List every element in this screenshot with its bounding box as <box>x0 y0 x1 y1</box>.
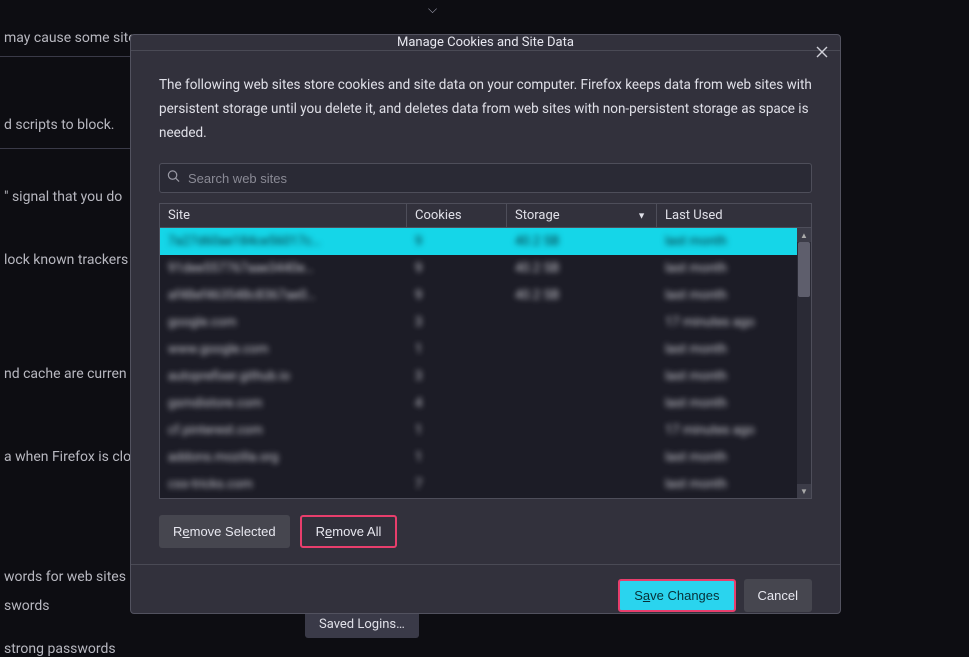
cell-storage: 40.2 SB <box>507 234 657 249</box>
cell-lastused: 17 minutes ago <box>657 423 811 438</box>
table-header: Site Cookies Storage ▼ Last Used <box>160 204 811 228</box>
bg-text: swords <box>0 598 49 614</box>
cell-lastused: last month <box>657 288 811 303</box>
cell-cookies: 3 <box>407 369 507 384</box>
cell-site: www.google.com <box>160 342 407 357</box>
chevron-down-icon[interactable]: ⌵ <box>428 2 437 17</box>
search-input[interactable] <box>159 163 812 193</box>
save-changes-button[interactable]: Save Changes <box>618 579 735 612</box>
cell-site: af48ef463548c8367ae0… <box>160 288 407 303</box>
dialog-title: Manage Cookies and Site Data <box>397 35 574 50</box>
cell-site: addons.mozilla.org <box>160 450 407 465</box>
close-button[interactable] <box>810 40 834 64</box>
cell-lastused: 17 minutes ago <box>657 315 811 330</box>
bg-text: words for web sites <box>0 569 126 585</box>
table-row[interactable]: css-tricks.com 7 last month <box>160 471 811 498</box>
sort-indicator-icon: ▼ <box>637 210 646 221</box>
cell-lastused: last month <box>657 369 811 384</box>
site-data-table: Site Cookies Storage ▼ Last Used 7a27d60… <box>159 203 812 499</box>
cell-site: 91dee557767aae3440e… <box>160 261 407 276</box>
cell-cookies: 4 <box>407 396 507 411</box>
column-storage[interactable]: Storage ▼ <box>507 204 657 227</box>
table-row[interactable]: 91dee557767aae3440e… 9 40.2 SB last mont… <box>160 255 811 282</box>
bg-text: nd cache are curren <box>0 366 127 382</box>
cell-site: cf.pinterest.com <box>160 423 407 438</box>
table-row[interactable]: af48ef463548c8367ae0… 9 40.2 SB last mon… <box>160 282 811 309</box>
column-site[interactable]: Site <box>160 204 407 227</box>
cell-lastused: last month <box>657 261 811 276</box>
column-cookies[interactable]: Cookies <box>407 204 507 227</box>
remove-all-button[interactable]: Remove All <box>300 515 398 548</box>
cell-storage: 40.2 SB <box>507 261 657 276</box>
close-icon <box>816 46 828 58</box>
search-icon <box>167 170 180 187</box>
table-row[interactable]: 7a27d60ae184ce56017c… 9 40.2 SB last mon… <box>160 228 811 255</box>
cell-cookies: 1 <box>407 450 507 465</box>
bg-text: " signal that you do <box>0 189 122 205</box>
cell-cookies: 1 <box>407 423 507 438</box>
table-row[interactable]: google.com 3 17 minutes ago <box>160 309 811 336</box>
cell-site: css-tricks.com <box>160 477 407 492</box>
dialog-footer: Save Changes Cancel <box>131 564 840 626</box>
table-row[interactable]: autoprefixer.github.io 3 last month <box>160 363 811 390</box>
cell-cookies: 1 <box>407 342 507 357</box>
cell-cookies: 7 <box>407 477 507 492</box>
bg-text: a when Firefox is clo <box>0 449 131 465</box>
dialog-description: The following web sites store cookies an… <box>159 73 812 145</box>
table-row[interactable]: addons.mozilla.org 1 last month <box>160 444 811 471</box>
bg-text: lock known trackers <box>0 252 128 268</box>
cell-cookies: 3 <box>407 315 507 330</box>
remove-selected-button[interactable]: Remove Selected <box>159 515 290 548</box>
cell-site: autoprefixer.github.io <box>160 369 407 384</box>
table-row[interactable]: www.google.com 1 last month <box>160 336 811 363</box>
cell-lastused: last month <box>657 450 811 465</box>
cell-site: gsmdistore.com <box>160 396 407 411</box>
column-last-used[interactable]: Last Used <box>657 204 811 227</box>
cell-lastused: last month <box>657 234 811 249</box>
bg-text: may cause some site <box>0 30 136 46</box>
table-row[interactable]: cf.pinterest.com 1 17 minutes ago <box>160 417 811 444</box>
cell-lastused: last month <box>657 477 811 492</box>
cell-cookies: 9 <box>407 288 507 303</box>
scrollbar[interactable]: ▲ ▼ <box>797 228 811 498</box>
scrollbar-thumb[interactable] <box>798 242 810 297</box>
cell-cookies: 9 <box>407 234 507 249</box>
table-row[interactable]: gsmdistore.com 4 last month <box>160 390 811 417</box>
bg-text: strong passwords <box>0 641 116 657</box>
cell-cookies: 9 <box>407 261 507 276</box>
action-buttons: Remove Selected Remove All <box>159 515 812 548</box>
cell-site: google.com <box>160 315 407 330</box>
manage-cookies-dialog: Manage Cookies and Site Data The followi… <box>130 34 841 614</box>
cell-lastused: last month <box>657 342 811 357</box>
bg-text: d scripts to block. <box>0 117 114 133</box>
cell-lastused: last month <box>657 396 811 411</box>
dialog-body: The following web sites store cookies an… <box>131 51 840 564</box>
cancel-button[interactable]: Cancel <box>744 579 812 612</box>
cell-site: 7a27d60ae184ce56017c… <box>160 234 407 249</box>
scroll-down-icon[interactable]: ▼ <box>797 484 811 498</box>
scroll-up-icon[interactable]: ▲ <box>797 228 811 242</box>
table-body: 7a27d60ae184ce56017c… 9 40.2 SB last mon… <box>160 228 811 498</box>
dialog-titlebar: Manage Cookies and Site Data <box>131 35 840 51</box>
cell-storage: 40.2 SB <box>507 288 657 303</box>
search-box <box>159 163 812 193</box>
